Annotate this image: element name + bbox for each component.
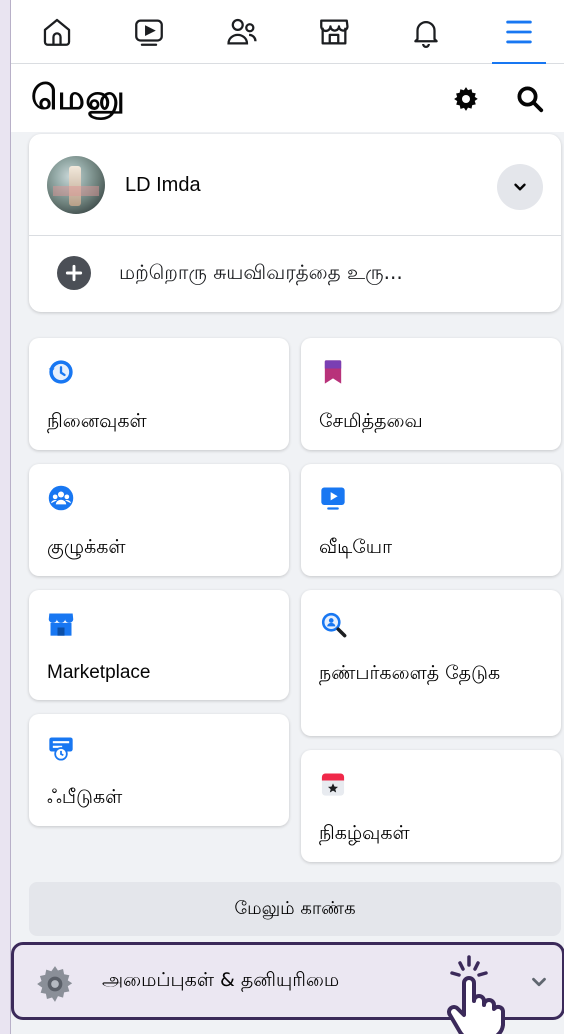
- shortcut-label: நினைவுகள்: [47, 410, 147, 432]
- divider: [29, 235, 561, 236]
- settings-button[interactable]: [451, 84, 481, 114]
- shortcut-feeds[interactable]: ஃபீடுகள்: [29, 714, 289, 826]
- shortcut-label: ஃபீடுகள்: [47, 786, 123, 808]
- find-friends-icon: [319, 610, 347, 638]
- shortcut-label: Marketplace: [47, 662, 151, 683]
- search-button[interactable]: [515, 84, 545, 114]
- shortcut-marketplace[interactable]: Marketplace: [29, 590, 289, 700]
- chevron-down-icon: [532, 977, 546, 987]
- top-navigation: [11, 0, 564, 65]
- settings-privacy-row[interactable]: அமைப்புகள் & தனியுரிமை: [11, 942, 564, 1034]
- tab-menu[interactable]: [484, 1, 554, 65]
- shortcut-label: வீடியோ: [319, 536, 393, 558]
- feeds-icon: [47, 734, 75, 762]
- page-title: மெனு: [31, 78, 126, 118]
- gear-icon: [454, 87, 478, 111]
- menu-header: மெனு: [11, 64, 564, 132]
- marketplace-tile-icon: [47, 610, 75, 638]
- app-screen: மெனு LD Imda மற்றொரு சுயவிவரத்தை உரு... …: [10, 0, 564, 1034]
- groups-icon: [47, 484, 75, 512]
- tap-hand-icon: [447, 955, 505, 1034]
- profile-name[interactable]: LD Imda: [125, 174, 201, 197]
- menu-icon: [506, 20, 532, 43]
- video-tile-icon: [319, 484, 347, 512]
- profile-card: LD Imda மற்றொரு சுயவிவரத்தை உரு...: [29, 134, 561, 312]
- profile-switcher-button[interactable]: [497, 164, 543, 210]
- friends-icon: [227, 18, 257, 44]
- see-more-button[interactable]: மேலும் காண்க: [29, 882, 561, 936]
- tab-friends[interactable]: [207, 1, 277, 63]
- shortcut-video[interactable]: வீடியோ: [301, 464, 561, 576]
- shortcut-label: நிகழ்வுகள்: [319, 822, 410, 844]
- shortcut-events[interactable]: நிகழ்வுகள்: [301, 750, 561, 862]
- shortcut-label: குழுக்கள்: [47, 536, 126, 558]
- tab-video[interactable]: [114, 1, 184, 63]
- shortcut-memories[interactable]: நினைவுகள்: [29, 338, 289, 450]
- tab-notifications[interactable]: [391, 1, 461, 63]
- shortcut-label: நண்பர்களைத் தேடுக: [319, 662, 501, 684]
- home-icon: [43, 18, 71, 46]
- marketplace-icon: [320, 19, 349, 44]
- avatar[interactable]: [47, 156, 105, 214]
- memories-icon: [47, 358, 75, 386]
- settings-gear-icon: [37, 966, 73, 1002]
- shortcut-groups[interactable]: குழுக்கள்: [29, 464, 289, 576]
- plus-icon: [65, 264, 83, 282]
- bell-icon: [414, 20, 439, 48]
- events-icon: [319, 770, 347, 798]
- create-profile-button[interactable]: [57, 256, 91, 290]
- settings-privacy-label: அமைப்புகள் & தனியுரிமை: [102, 969, 340, 991]
- shortcut-label: சேமித்தவை: [319, 410, 423, 432]
- search-icon: [517, 86, 544, 113]
- tab-marketplace[interactable]: [299, 1, 369, 63]
- shortcut-find-friends[interactable]: நண்பர்களைத் தேடுக: [301, 590, 561, 736]
- shortcut-saved[interactable]: சேமித்தவை: [301, 338, 561, 450]
- video-icon: [135, 19, 164, 46]
- chevron-down-icon: [514, 183, 526, 191]
- bookmark-icon: [319, 358, 347, 386]
- create-profile-label[interactable]: மற்றொரு சுயவிவரத்தை உரு...: [119, 260, 403, 287]
- tab-home[interactable]: [22, 1, 92, 63]
